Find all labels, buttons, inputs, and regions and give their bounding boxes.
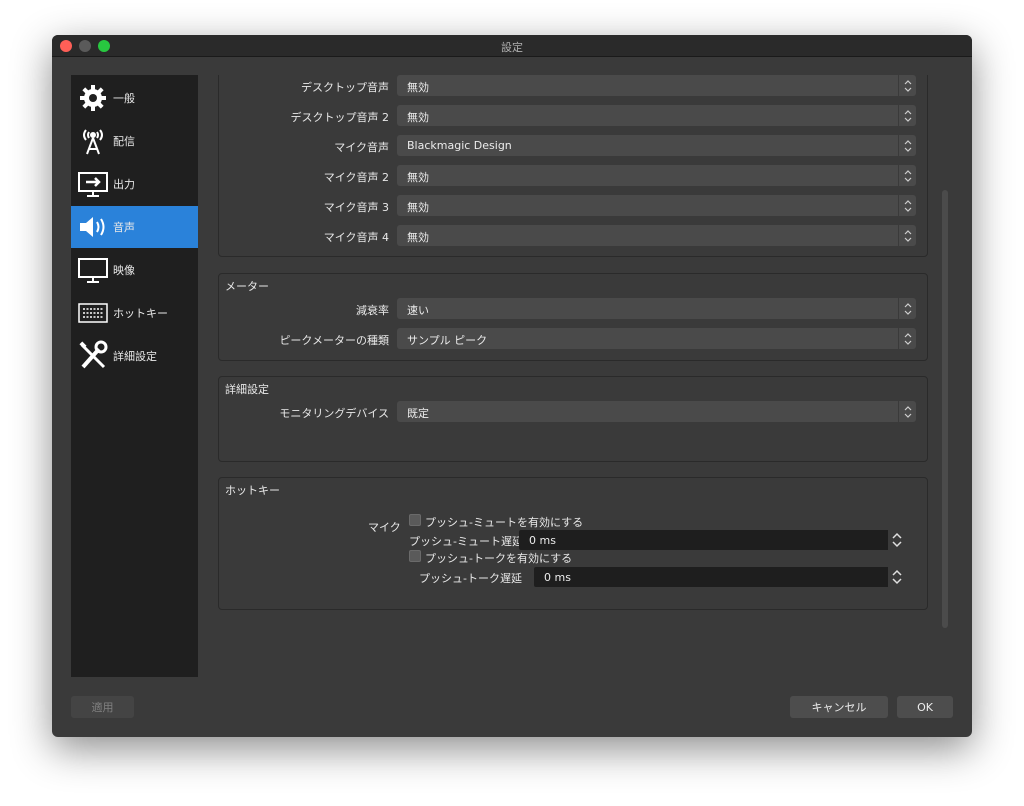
- chevron-updown-icon: [898, 328, 916, 349]
- chevron-updown-icon: [898, 165, 916, 186]
- chevron-updown-icon: [898, 401, 916, 422]
- sidebar-item-advanced[interactable]: 詳細設定: [71, 335, 198, 377]
- mic-audio-3-label: マイク音声 3: [323, 201, 389, 214]
- push-to-mute-label: プッシュ-ミュートを有効にする: [425, 516, 584, 529]
- chevron-updown-icon: [898, 195, 916, 216]
- title-bar: 設定: [52, 35, 972, 57]
- mic-audio-3-row: マイク音声 3 無効: [219, 195, 929, 217]
- desktop-audio-2-label: デスクトップ音声 2: [290, 111, 390, 124]
- window-title: 設定: [501, 41, 523, 54]
- chevron-updown-icon: [898, 75, 916, 96]
- stepper-arrows-icon[interactable]: [888, 567, 906, 587]
- desktop-audio-select[interactable]: 無効: [397, 75, 916, 96]
- monitoring-device-label: モニタリングデバイス: [279, 407, 389, 420]
- mic-audio-label: マイク音声: [334, 141, 389, 154]
- mic-audio-select[interactable]: Blackmagic Design: [397, 135, 916, 156]
- mic-hotkey-label: マイク: [368, 521, 401, 534]
- audio-settings-panel: デスクトップ音声 無効 デスクトップ音声 2 無効 マイク音声 Blackmag…: [218, 75, 930, 675]
- push-to-talk-delay-label: プッシュ-トーク遅延: [419, 572, 522, 585]
- settings-window: 設定 一般 配信 出力 音声 映像 ホットキー 詳細設定 デスクトップ音声 無効…: [52, 35, 972, 737]
- ok-button[interactable]: OK: [897, 696, 953, 718]
- devices-group: デスクトップ音声 無効 デスクトップ音声 2 無効 マイク音声 Blackmag…: [218, 75, 928, 257]
- mic-audio-2-select[interactable]: 無効: [397, 165, 916, 186]
- mic-audio-2-row: マイク音声 2 無効: [219, 165, 929, 187]
- sidebar-item-hotkeys[interactable]: ホットキー: [71, 292, 198, 334]
- hotkeys-group: ホットキー マイク プッシュ-ミュートを有効にする プッシュ-ミュート遅延 0 …: [218, 477, 928, 610]
- desktop-audio-label: デスクトップ音声: [301, 81, 389, 94]
- tools-icon: [73, 338, 113, 374]
- monitoring-device-select[interactable]: 既定: [397, 401, 916, 422]
- sidebar-item-general[interactable]: 一般: [71, 77, 198, 119]
- gear-icon: [73, 80, 113, 116]
- desktop-audio-2-row: デスクトップ音声 2 無効: [219, 105, 929, 127]
- chevron-updown-icon: [898, 105, 916, 126]
- mic-audio-row: マイク音声 Blackmagic Design: [219, 135, 929, 157]
- chevron-updown-icon: [898, 135, 916, 156]
- mic-audio-2-label: マイク音声 2: [323, 171, 389, 184]
- vertical-scrollbar[interactable]: [942, 190, 948, 628]
- decay-rate-row: 減衰率 速い: [219, 298, 929, 320]
- broadcast-antenna-icon: [73, 123, 113, 159]
- speaker-icon: [73, 209, 113, 245]
- sidebar-item-audio[interactable]: 音声: [71, 206, 198, 248]
- sidebar-item-label: 出力: [113, 178, 135, 191]
- apply-button[interactable]: 適用: [71, 696, 134, 718]
- keyboard-icon: [73, 295, 113, 331]
- mic-audio-4-label: マイク音声 4: [323, 231, 389, 244]
- mic-audio-4-row: マイク音声 4 無効: [219, 225, 929, 247]
- push-to-talk-delay-input[interactable]: 0 ms: [534, 567, 906, 587]
- advanced-group-title: 詳細設定: [225, 383, 269, 396]
- desktop-audio-2-select[interactable]: 無効: [397, 105, 916, 126]
- meter-group-title: メーター: [225, 280, 269, 293]
- monitor-icon: [73, 252, 113, 288]
- settings-sidebar: 一般 配信 出力 音声 映像 ホットキー 詳細設定: [71, 75, 198, 677]
- monitoring-device-row: モニタリングデバイス 既定: [219, 401, 929, 423]
- mic-audio-4-select[interactable]: 無効: [397, 225, 916, 246]
- stepper-arrows-icon[interactable]: [888, 530, 906, 550]
- mic-audio-3-select[interactable]: 無効: [397, 195, 916, 216]
- sidebar-item-label: ホットキー: [113, 307, 168, 320]
- sidebar-item-output[interactable]: 出力: [71, 163, 198, 205]
- output-monitor-icon: [73, 166, 113, 202]
- sidebar-item-stream[interactable]: 配信: [71, 120, 198, 162]
- advanced-group: 詳細設定 モニタリングデバイス 既定: [218, 376, 928, 462]
- decay-rate-select[interactable]: 速い: [397, 298, 916, 319]
- peak-meter-type-select[interactable]: サンプル ピーク: [397, 328, 916, 349]
- chevron-updown-icon: [898, 225, 916, 246]
- cancel-button[interactable]: キャンセル: [790, 696, 888, 718]
- sidebar-item-label: 配信: [113, 135, 135, 148]
- sidebar-item-label: 一般: [113, 92, 135, 105]
- meter-group: メーター 減衰率 速い ピークメーターの種類 サンプル ピーク: [218, 273, 928, 361]
- push-to-mute-delay-label: プッシュ-ミュート遅延: [409, 535, 523, 548]
- push-to-mute-delay-input[interactable]: 0 ms: [519, 530, 906, 550]
- hotkeys-group-title: ホットキー: [225, 484, 280, 497]
- peak-meter-type-label: ピークメーターの種類: [279, 334, 389, 347]
- peak-meter-type-row: ピークメーターの種類 サンプル ピーク: [219, 328, 929, 350]
- sidebar-item-label: 音声: [113, 221, 135, 234]
- sidebar-item-label: 映像: [113, 264, 135, 277]
- sidebar-item-video[interactable]: 映像: [71, 249, 198, 291]
- push-to-talk-checkbox[interactable]: [409, 550, 421, 562]
- desktop-audio-row: デスクトップ音声 無効: [219, 75, 929, 97]
- push-to-talk-label: プッシュ-トークを有効にする: [425, 552, 573, 565]
- decay-rate-label: 減衰率: [356, 304, 389, 317]
- sidebar-item-label: 詳細設定: [113, 350, 157, 363]
- chevron-updown-icon: [898, 298, 916, 319]
- push-to-mute-checkbox[interactable]: [409, 514, 421, 526]
